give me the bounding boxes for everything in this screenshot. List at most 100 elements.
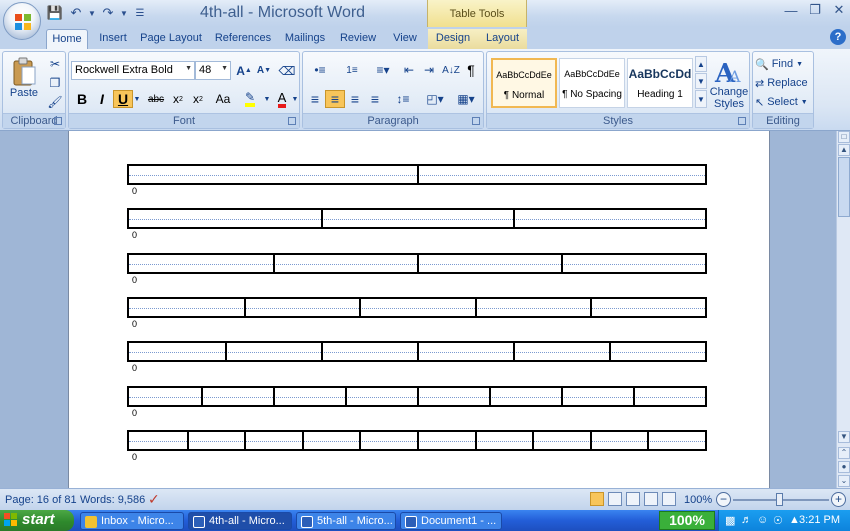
document-table[interactable] [127, 253, 707, 274]
styles-more-icon[interactable]: ▼ [695, 90, 707, 108]
select-button[interactable]: ↖ Select ▼ [755, 93, 813, 111]
tray-volume-icon[interactable]: ♬ [741, 514, 752, 526]
superscript-icon[interactable]: x2 [189, 90, 207, 108]
cut-icon[interactable]: ✂ [47, 56, 63, 72]
table-column-border[interactable] [417, 341, 419, 362]
table-column-border[interactable] [225, 341, 227, 362]
table-column-border[interactable] [647, 430, 649, 451]
ruler-toggle-icon[interactable]: □ [838, 131, 850, 143]
format-painter-icon[interactable]: 🖌 [47, 94, 63, 110]
tab-design[interactable]: Design [428, 29, 478, 49]
draft-view-icon[interactable] [662, 492, 676, 506]
show-formatting-icon[interactable]: ¶ [461, 61, 481, 79]
font-size-combo[interactable]: 48 ▼ [195, 61, 231, 80]
document-page[interactable]: 0 0 0 0 0 0 0 [68, 131, 770, 488]
table-column-border[interactable] [417, 253, 419, 274]
decrease-indent-icon[interactable]: ⇤ [399, 61, 419, 79]
minimize-icon[interactable]: — [784, 3, 798, 18]
font-launcher-icon[interactable] [288, 117, 296, 125]
save-icon[interactable]: 💾 [46, 4, 64, 22]
shrink-font-icon[interactable]: A ▼ [255, 61, 273, 80]
table-column-border[interactable] [513, 208, 515, 229]
tab-view[interactable]: View [386, 29, 424, 49]
print-layout-icon[interactable] [590, 492, 604, 506]
shading-icon[interactable]: ◰▾ [421, 90, 449, 108]
vertical-scrollbar[interactable]: □ ▲ ▼ ⌃ ● ⌄ [836, 131, 850, 488]
taskbar-item-5th-all[interactable]: 5th-all - Micro... [296, 512, 396, 530]
zoom-out-icon[interactable]: − [716, 492, 731, 507]
tray-security-icon[interactable]: ☉ [773, 514, 783, 527]
sort-icon[interactable]: A↓Z [441, 61, 461, 79]
restore-icon[interactable]: ❐ [808, 2, 822, 17]
table-column-border[interactable] [532, 430, 534, 451]
subscript-icon[interactable]: x2 [169, 90, 187, 108]
bold-icon[interactable]: B [73, 90, 91, 108]
tab-page-layout[interactable]: Page Layout [138, 29, 204, 49]
undo-icon[interactable]: ↶ [67, 4, 85, 22]
highlight-dropdown-icon[interactable]: ▼ [263, 90, 271, 108]
table-column-border[interactable] [244, 297, 246, 318]
table-column-border[interactable] [609, 341, 611, 362]
table-column-border[interactable] [273, 253, 275, 274]
close-icon[interactable]: ✕ [832, 2, 846, 17]
bullets-icon[interactable]: •≡ [305, 61, 335, 79]
scroll-up-icon[interactable]: ▲ [838, 144, 850, 156]
line-spacing-icon[interactable]: ↕≡ [389, 90, 417, 108]
justify-icon[interactable]: ≡ [365, 90, 385, 108]
font-name-combo[interactable]: Rockwell Extra Bold ▼ [71, 61, 195, 80]
zoom-slider-knob[interactable] [776, 493, 783, 506]
tab-review[interactable]: Review [336, 29, 380, 49]
underline-dropdown-icon[interactable]: ▼ [133, 90, 141, 108]
web-layout-icon[interactable] [626, 492, 640, 506]
word-count[interactable]: Words: 9,586 [80, 494, 145, 506]
tab-references[interactable]: References [210, 29, 276, 49]
start-button[interactable]: start [0, 510, 74, 531]
table-column-border[interactable] [302, 430, 304, 451]
tray-messenger-icon[interactable]: ☺ [757, 514, 768, 526]
grow-font-icon[interactable]: A ▲ [235, 61, 253, 80]
zoom-level[interactable]: 100% [684, 494, 712, 506]
scroll-down-icon[interactable]: ▼ [838, 431, 850, 443]
styles-launcher-icon[interactable] [738, 117, 746, 125]
table-column-border[interactable] [590, 430, 592, 451]
redo-dropdown-icon[interactable]: ▼ [120, 4, 128, 22]
next-page-icon[interactable]: ⌄ [838, 475, 850, 487]
find-button[interactable]: 🔍 Find ▼ [755, 55, 813, 73]
style-no-spacing[interactable]: AaBbCcDdEe ¶ No Spacing [559, 58, 625, 108]
font-size-dropdown-icon[interactable]: ▼ [221, 65, 228, 72]
clipboard-launcher-icon[interactable] [54, 117, 62, 125]
increase-indent-icon[interactable]: ⇥ [419, 61, 439, 79]
taskbar-item-document1[interactable]: Document1 - ... [400, 512, 502, 530]
change-styles-button[interactable]: A A Change Styles [709, 54, 749, 112]
copy-icon[interactable]: ❐ [47, 75, 63, 91]
taskbar-item-4th-all[interactable]: 4th-all - Micro... [188, 512, 292, 530]
tab-home[interactable]: Home [46, 29, 88, 49]
font-name-dropdown-icon[interactable]: ▼ [185, 65, 192, 72]
style-heading-1[interactable]: AaBbCcDd Heading 1 [627, 58, 693, 108]
font-color-icon[interactable]: A [273, 90, 291, 108]
table-column-border[interactable] [417, 430, 419, 451]
table-column-border[interactable] [359, 297, 361, 318]
table-column-border[interactable] [561, 253, 563, 274]
document-table[interactable] [127, 386, 707, 407]
document-table[interactable] [127, 208, 707, 229]
proofing-icon[interactable]: ✓ [148, 491, 160, 508]
table-column-border[interactable] [187, 430, 189, 451]
paragraph-launcher-icon[interactable] [472, 117, 480, 125]
redo-icon[interactable]: ↷ [99, 4, 117, 22]
styles-scroll-up-icon[interactable]: ▲ [695, 56, 707, 72]
align-right-icon[interactable]: ≡ [345, 90, 365, 108]
table-column-border[interactable] [633, 386, 635, 407]
table-column-border[interactable] [273, 386, 275, 407]
underline-icon[interactable]: U [113, 90, 133, 108]
document-table[interactable] [127, 297, 707, 318]
document-table[interactable] [127, 164, 707, 185]
tab-insert[interactable]: Insert [92, 29, 134, 49]
previous-page-icon[interactable]: ⌃ [838, 447, 850, 459]
help-icon[interactable]: ? [830, 29, 846, 45]
align-left-icon[interactable]: ≡ [305, 90, 325, 108]
replace-button[interactable]: ⇄ Replace [755, 74, 813, 92]
zoom-in-icon[interactable]: + [831, 492, 846, 507]
table-column-border[interactable] [475, 297, 477, 318]
multilevel-list-icon[interactable]: ≡▾ [369, 61, 397, 79]
